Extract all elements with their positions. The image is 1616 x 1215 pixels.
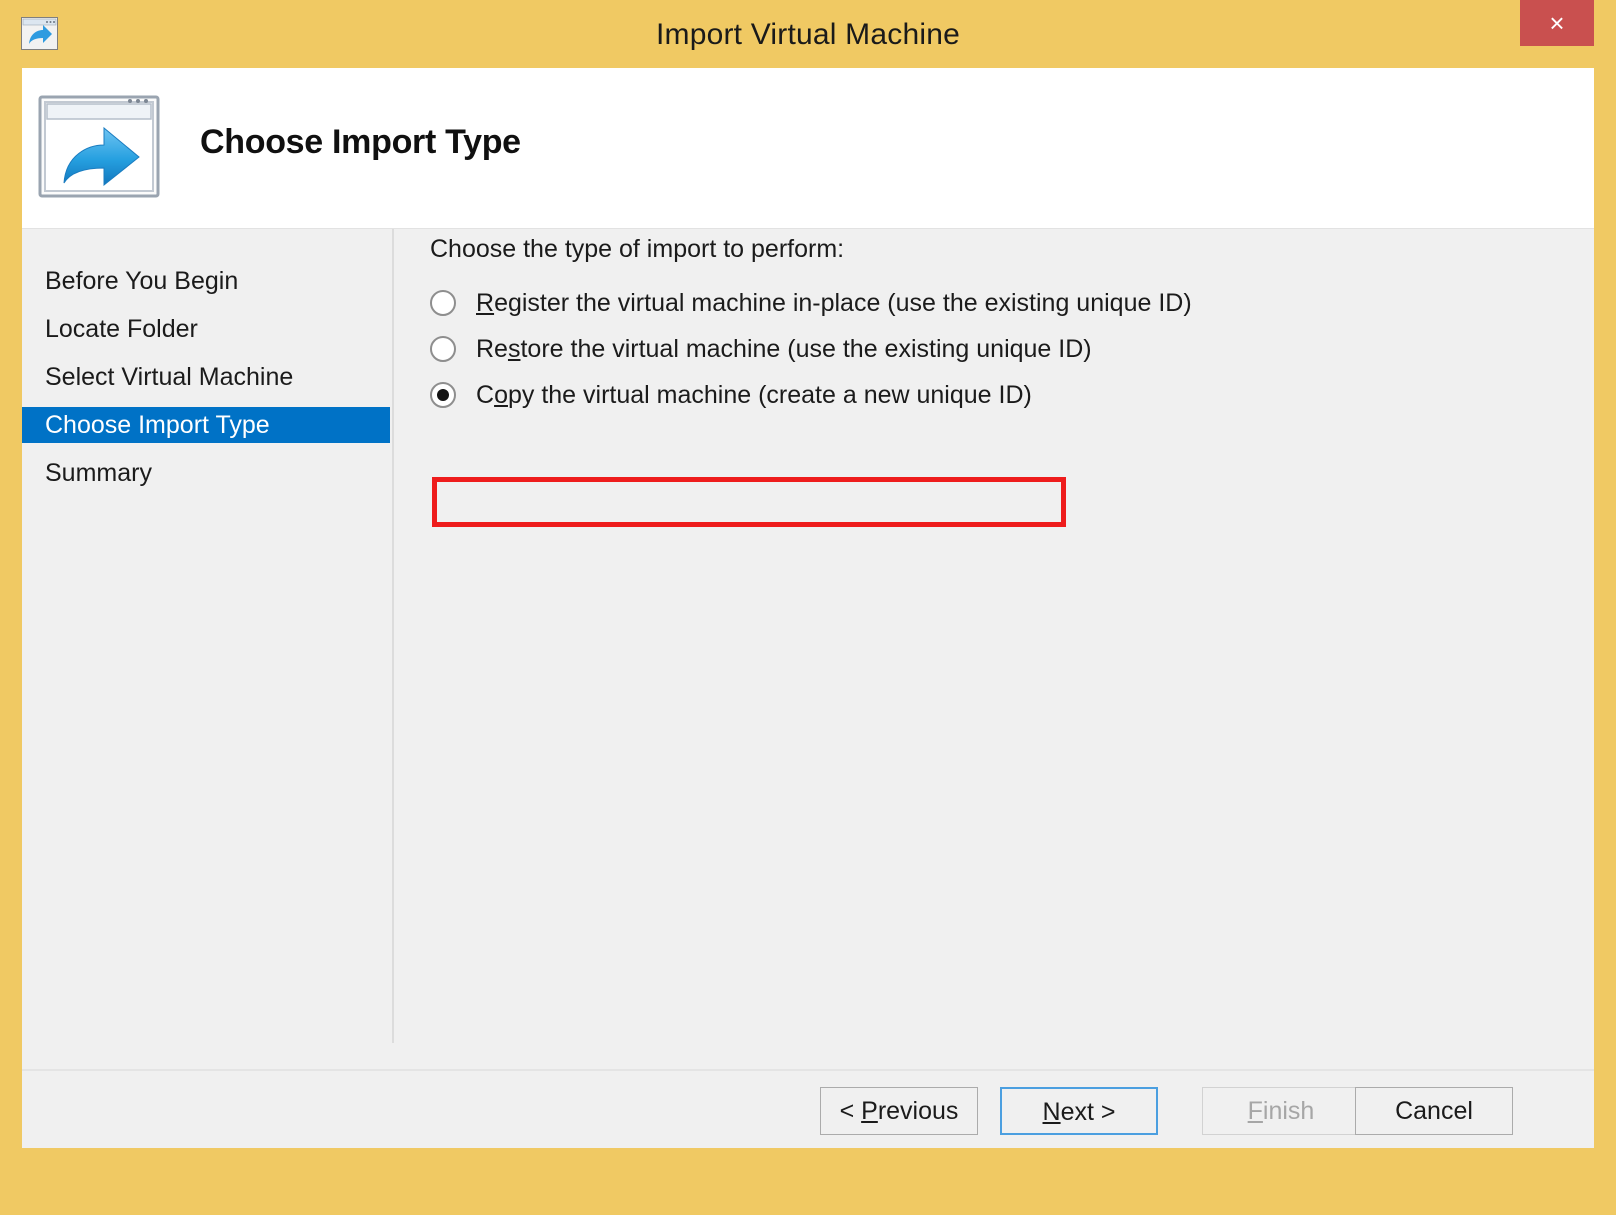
button-suffix: Cancel	[1395, 1097, 1473, 1125]
import-vm-large-icon	[38, 95, 160, 198]
radio-label-copy: Copy the virtual machine (create a new u…	[476, 381, 1032, 410]
dialog-footer: < Previous Next > Finish Cancel	[22, 1069, 1594, 1148]
label-prefix: C	[476, 380, 495, 409]
label-prefix: Re	[476, 334, 508, 363]
wizard-step-list: Before You Begin Locate Folder Select Vi…	[22, 229, 394, 1069]
button-suffix: ext >	[1060, 1098, 1116, 1126]
radio-label-register: Register the virtual machine in-place (u…	[476, 289, 1192, 318]
sidebar-item-locate-folder[interactable]: Locate Folder	[22, 311, 390, 347]
radio-indicator-restore[interactable]	[430, 336, 456, 362]
title-bar: Import Virtual Machine ×	[0, 0, 1616, 70]
cancel-button[interactable]: Cancel	[1355, 1087, 1513, 1135]
previous-button[interactable]: < Previous	[820, 1087, 978, 1135]
window-title: Import Virtual Machine	[656, 18, 960, 51]
accel-char: F	[1247, 1097, 1263, 1125]
accel-char: s	[507, 334, 521, 363]
radio-indicator-copy[interactable]	[430, 382, 456, 408]
content-area: Before You Begin Locate Folder Select Vi…	[22, 229, 1594, 1069]
close-icon[interactable]: ×	[1520, 0, 1594, 46]
page-title: Choose Import Type	[200, 123, 521, 161]
radio-register-in-place[interactable]: Register the virtual machine in-place (u…	[430, 281, 1192, 325]
main-pane: Choose the type of import to perform: Re…	[394, 229, 1594, 1069]
button-suffix: inish	[1262, 1097, 1315, 1125]
dialog-body: Choose Import Type Before You Begin Loca…	[22, 68, 1594, 1148]
accel-char: N	[1042, 1098, 1061, 1126]
next-button[interactable]: Next >	[1000, 1087, 1158, 1135]
finish-button: Finish	[1202, 1087, 1360, 1135]
sidebar-item-before-you-begin[interactable]: Before You Begin	[22, 263, 390, 299]
import-virtual-machine-window: Import Virtual Machine × Choose Import T…	[0, 0, 1616, 1215]
page-header: Choose Import Type	[22, 68, 1594, 229]
radio-label-text: py the virtual machine (create a new uni…	[507, 380, 1032, 409]
sidebar-item-choose-import-type[interactable]: Choose Import Type	[22, 407, 390, 443]
radio-label-restore: Restore the virtual machine (use the exi…	[476, 335, 1092, 364]
radio-label-text: egister the virtual machine in-place (us…	[494, 288, 1192, 317]
radio-copy-new-id[interactable]: Copy the virtual machine (create a new u…	[430, 373, 1032, 417]
sidebar-item-summary[interactable]: Summary	[22, 455, 390, 491]
sidebar-item-select-virtual-machine[interactable]: Select Virtual Machine	[22, 359, 390, 395]
import-type-prompt: Choose the type of import to perform:	[430, 235, 845, 263]
button-prefix: <	[839, 1097, 862, 1125]
accel-char: R	[476, 288, 495, 317]
accel-char: o	[494, 380, 508, 409]
accel-char: P	[861, 1097, 878, 1125]
radio-label-text: tore the virtual machine (use the existi…	[520, 334, 1092, 363]
radio-restore[interactable]: Restore the virtual machine (use the exi…	[430, 327, 1092, 371]
button-suffix: revious	[877, 1097, 959, 1125]
radio-indicator-register[interactable]	[430, 290, 456, 316]
